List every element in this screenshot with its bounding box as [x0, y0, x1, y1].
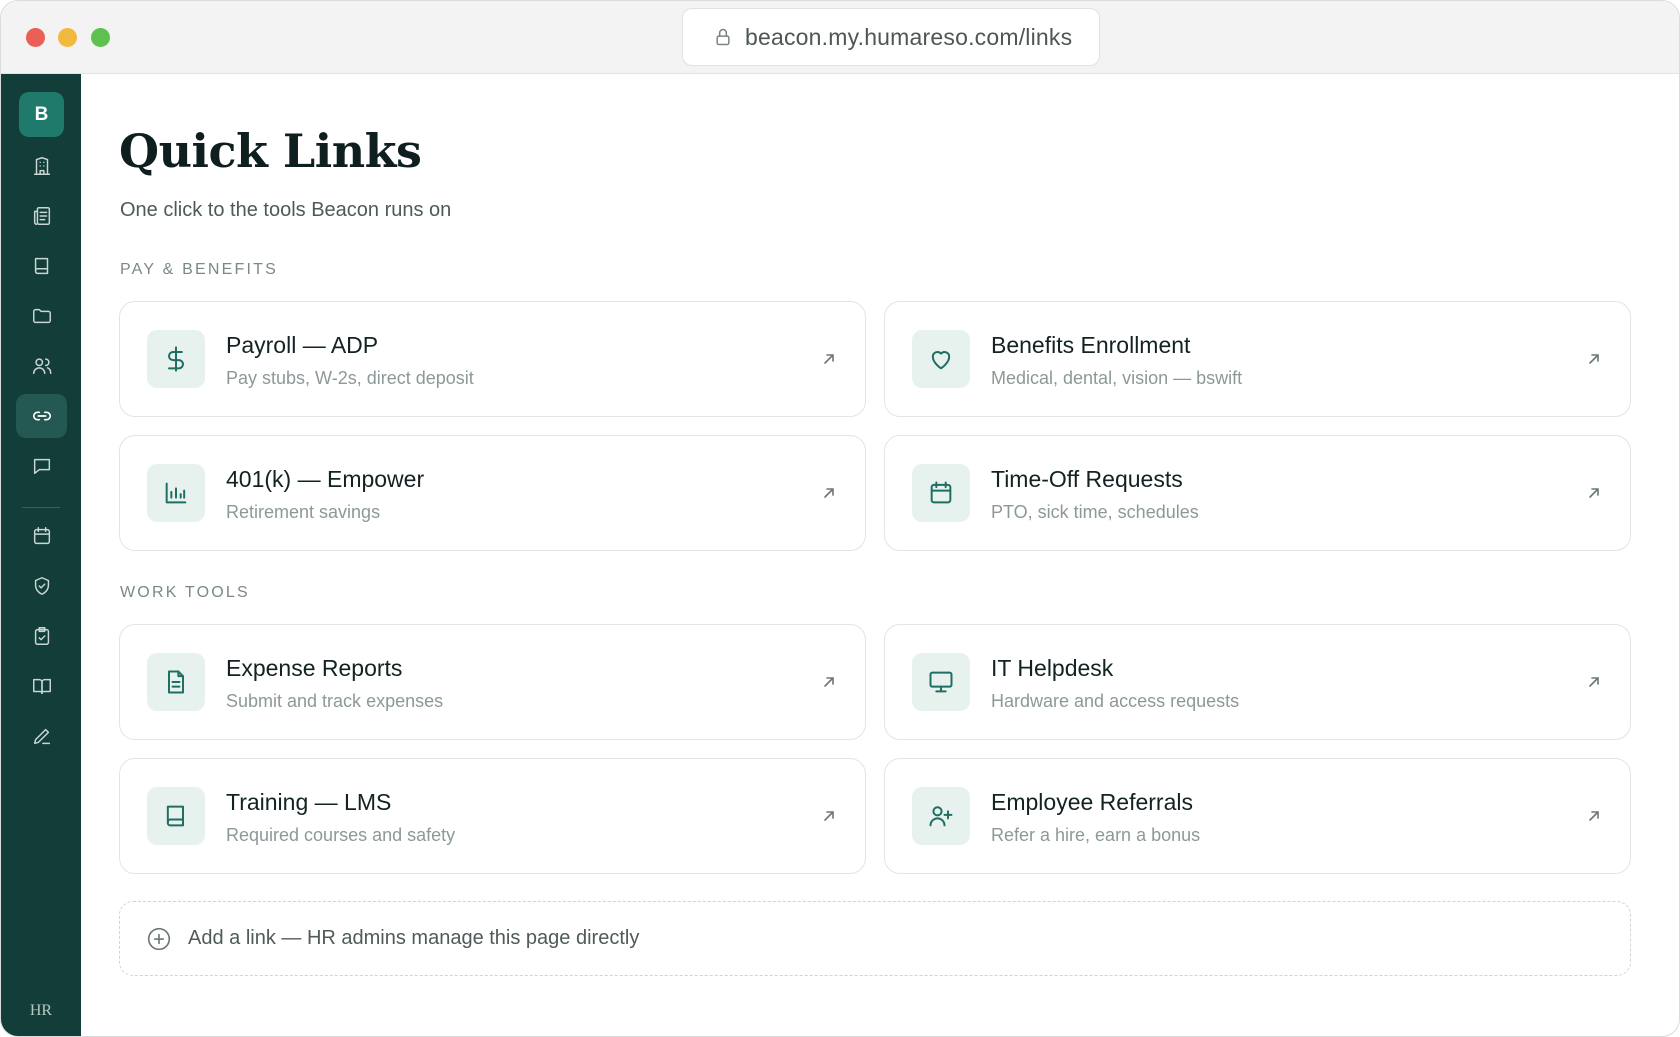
card-subtitle: Refer a hire, earn a bonus — [991, 825, 1201, 845]
card-title: Time-Off Requests — [991, 466, 1183, 492]
add-link-label: Add a link — HR admins manage this page … — [188, 927, 640, 949]
card-subtitle: Required courses and safety — [226, 825, 456, 845]
card-title: IT Helpdesk — [991, 655, 1114, 681]
address-bar[interactable]: beacon.my.humareso.com/links — [682, 8, 1100, 66]
sidebar-item-company[interactable] — [16, 144, 67, 188]
heart-icon — [931, 351, 951, 370]
card-subtitle: Retirement savings — [226, 502, 381, 522]
monitor-icon — [929, 671, 953, 693]
link-card-employee-referrals[interactable]: Employee Referrals Refer a hire, earn a … — [884, 758, 1631, 874]
sidebar-item-quick-links[interactable] — [16, 394, 67, 438]
section-label-work-tools: WORK TOOLS — [120, 584, 250, 601]
external-arrow-icon — [824, 488, 834, 498]
building-icon — [33, 157, 50, 175]
book-icon — [34, 257, 48, 275]
clipboard-check-icon — [34, 627, 49, 645]
document-icon — [168, 670, 184, 694]
maximize-window-button[interactable] — [91, 28, 110, 47]
open-book-icon — [32, 678, 51, 695]
page-title: Quick Links — [119, 124, 422, 178]
card-title: 401(k) — Empower — [226, 466, 425, 492]
link-card-payroll[interactable]: Payroll — ADP Pay stubs, W-2s, direct de… — [119, 301, 866, 417]
brand-logo[interactable]: B — [19, 92, 64, 137]
browser-window: beacon.my.humareso.com/links B HR Quick … — [0, 0, 1680, 1037]
card-title: Expense Reports — [226, 655, 403, 681]
shield-check-icon — [34, 577, 49, 595]
card-title: Benefits Enrollment — [991, 332, 1191, 358]
close-window-button[interactable] — [26, 28, 45, 47]
sidebar-item-news[interactable] — [16, 194, 67, 238]
user-plus-icon — [929, 806, 953, 827]
main-content: Quick Links One click to the tools Beaco… — [81, 74, 1679, 1036]
page-subtitle: One click to the tools Beacon runs on — [120, 199, 452, 221]
sidebar-divider — [22, 507, 60, 508]
card-title: Employee Referrals — [991, 789, 1193, 815]
link-card-benefits[interactable]: Benefits Enrollment Medical, dental, vis… — [884, 301, 1631, 417]
minimize-window-button[interactable] — [58, 28, 77, 47]
sidebar-item-documents[interactable] — [16, 294, 67, 338]
newspaper-icon — [33, 207, 50, 225]
link-card-training[interactable]: Training — LMS Required courses and safe… — [119, 758, 866, 874]
sidebar-item-messages[interactable] — [16, 444, 67, 488]
bar-chart-icon — [165, 482, 187, 504]
chat-icon — [33, 458, 50, 475]
external-arrow-icon — [1589, 677, 1599, 687]
sidebar-item-compliance[interactable] — [16, 564, 67, 608]
link-card-expense-reports[interactable]: Expense Reports Submit and track expense… — [119, 624, 866, 740]
lock-icon — [716, 28, 730, 46]
sidebar: B HR — [1, 74, 81, 1036]
external-arrow-icon — [1589, 354, 1599, 364]
link-card-time-off[interactable]: Time-Off Requests PTO, sick time, schedu… — [884, 435, 1631, 551]
external-arrow-icon — [1589, 488, 1599, 498]
section-label-pay-benefits: PAY & BENEFITS — [120, 261, 278, 278]
book-icon — [166, 805, 184, 827]
external-arrow-icon — [824, 811, 834, 821]
dollar-icon — [168, 346, 184, 372]
url-text: beacon.my.humareso.com/links — [745, 23, 1073, 50]
sidebar-item-forms[interactable] — [16, 714, 67, 758]
users-icon — [32, 358, 51, 375]
card-subtitle: Pay stubs, W-2s, direct deposit — [226, 368, 474, 388]
plus-circle-icon — [147, 927, 171, 950]
sidebar-item-calendar[interactable] — [16, 514, 67, 558]
external-arrow-icon — [824, 354, 834, 364]
link-icon — [32, 411, 51, 421]
card-title: Payroll — ADP — [226, 332, 379, 358]
browser-toolbar: beacon.my.humareso.com/links — [1, 1, 1679, 74]
add-link-button[interactable]: Add a link — HR admins manage this page … — [119, 901, 1631, 976]
card-subtitle: Hardware and access requests — [991, 691, 1240, 711]
calendar-icon — [33, 527, 50, 545]
pen-icon — [33, 728, 50, 745]
sidebar-item-handbook[interactable] — [16, 244, 67, 288]
sidebar-item-tasks[interactable] — [16, 614, 67, 658]
sidebar-item-library[interactable] — [16, 664, 67, 708]
link-card-it-helpdesk[interactable]: IT Helpdesk Hardware and access requests — [884, 624, 1631, 740]
sidebar-footer-mark: HR — [29, 1002, 53, 1019]
card-subtitle: Submit and track expenses — [226, 691, 444, 711]
external-arrow-icon — [1589, 811, 1599, 821]
sidebar-item-people[interactable] — [16, 344, 67, 388]
external-arrow-icon — [824, 677, 834, 687]
card-subtitle: Medical, dental, vision — bswift — [991, 368, 1243, 388]
card-title: Training — LMS — [226, 789, 392, 815]
link-card-401k[interactable]: 401(k) — Empower Retirement savings — [119, 435, 866, 551]
calendar-icon — [930, 481, 952, 504]
folder-icon — [32, 308, 51, 324]
card-subtitle: PTO, sick time, schedules — [991, 502, 1199, 522]
